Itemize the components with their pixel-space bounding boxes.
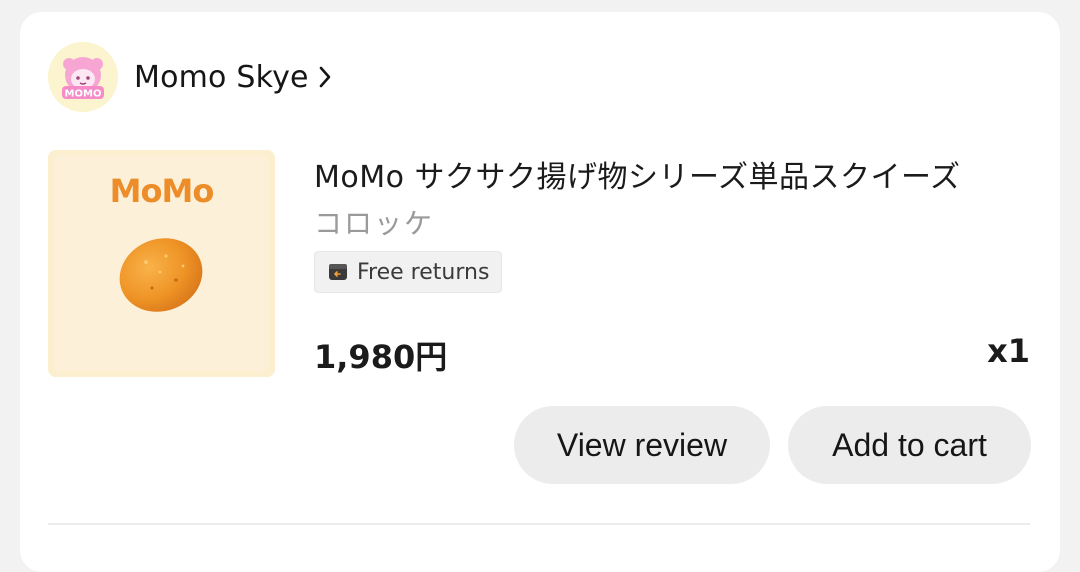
product-price: 1,980円 xyxy=(314,338,448,376)
free-returns-badge: Free returns xyxy=(314,251,503,293)
divider xyxy=(48,523,1030,525)
product-variant: コロッケ xyxy=(314,207,435,240)
shop-name[interactable]: Momo Skye xyxy=(134,60,309,95)
product-title[interactable]: MoMo サクサク揚げ物シリーズ単品スクイーズ xyxy=(314,152,961,196)
product-quantity: x1 xyxy=(987,332,1030,370)
return-box-icon xyxy=(327,261,349,283)
chevron-right-icon[interactable] xyxy=(317,64,333,90)
free-returns-label: Free returns xyxy=(357,259,490,285)
avatar-text: MOMO xyxy=(65,89,102,100)
add-to-cart-button[interactable]: Add to cart xyxy=(788,406,1031,484)
order-item-card: MOMO Momo Skye MoMo MoMo サクサク揚げ物シリーズ単品スク… xyxy=(20,12,1060,572)
product-image[interactable]: MoMo xyxy=(48,150,275,377)
shop-avatar[interactable]: MOMO xyxy=(48,42,118,112)
view-review-button[interactable]: View review xyxy=(514,406,770,484)
product-image-brand: MoMo xyxy=(109,172,215,210)
momo-character-avatar-icon: MOMO xyxy=(48,42,118,112)
shop-header[interactable]: MOMO Momo Skye xyxy=(48,42,333,112)
